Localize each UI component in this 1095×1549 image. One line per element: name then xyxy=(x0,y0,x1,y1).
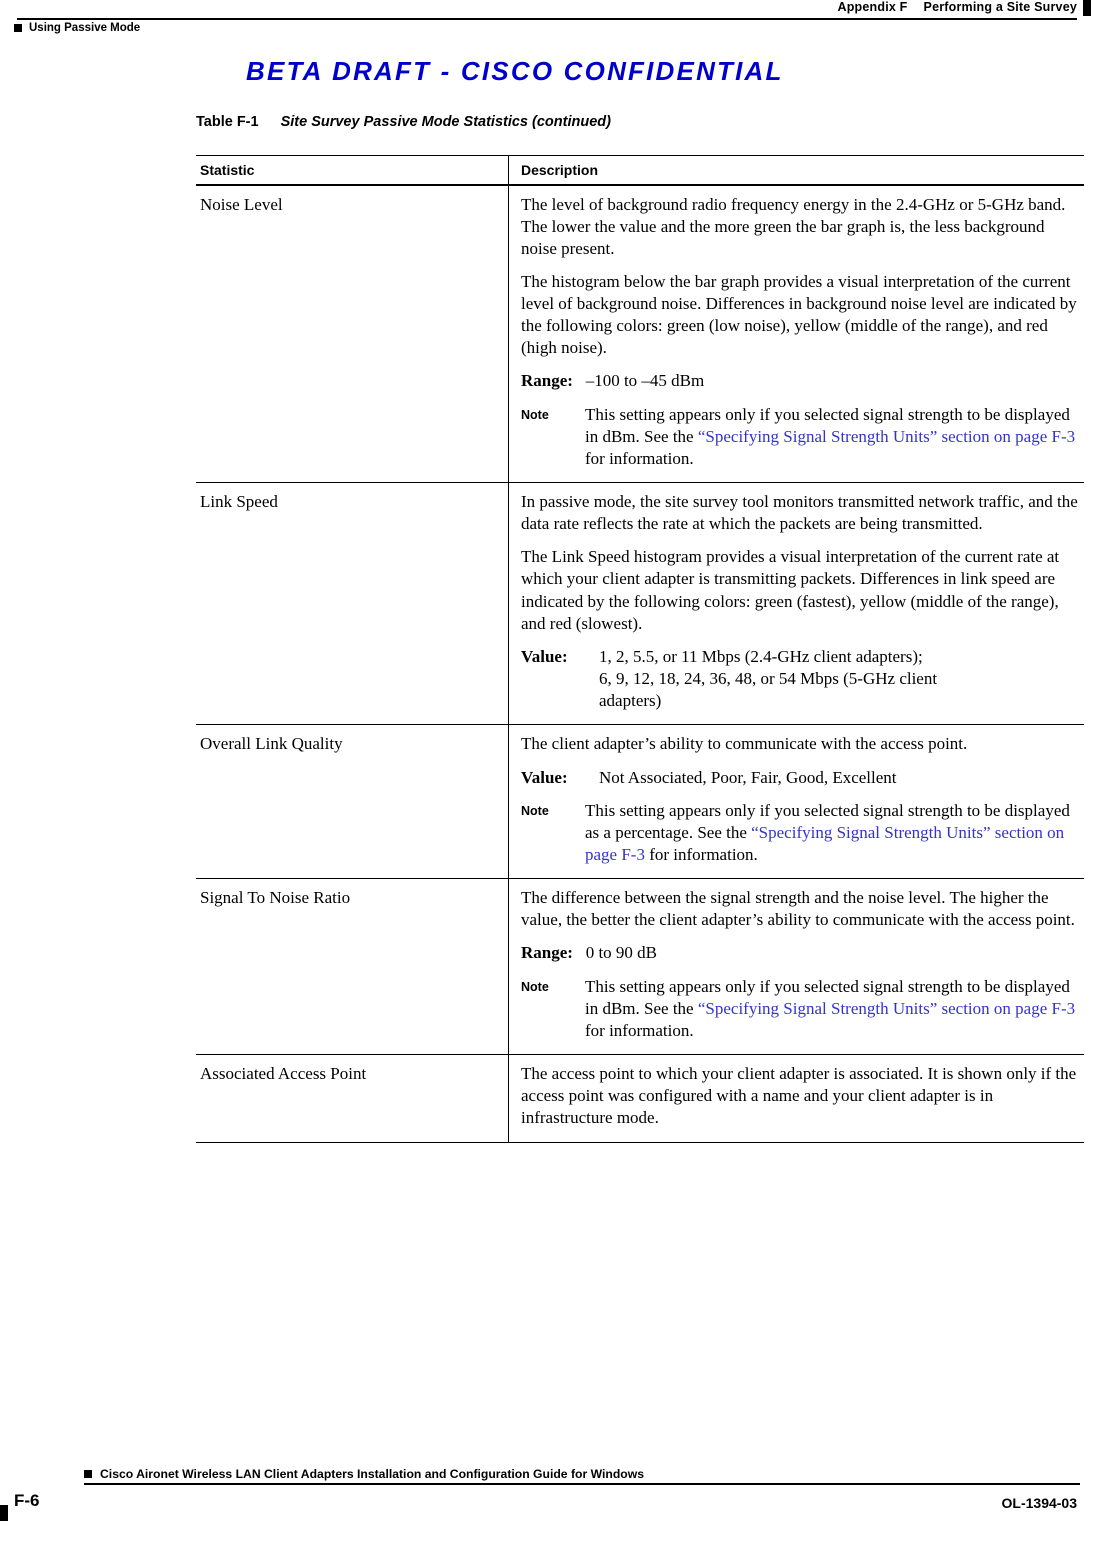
range-line: Range: 0 to 90 dB xyxy=(521,942,1078,964)
value-line-2: 6, 9, 12, 18, 24, 36, 48, or 54 Mbps (5-… xyxy=(599,668,938,688)
value-block: Value: Not Associated, Poor, Fair, Good,… xyxy=(521,767,1078,789)
header-rule xyxy=(17,18,1077,20)
paragraph: In passive mode, the site survey tool mo… xyxy=(521,492,1078,534)
table-header-row: Statistic Description xyxy=(196,156,1084,185)
note-text: This setting appears only if you selecte… xyxy=(585,404,1078,470)
row-description-associated-access-point: The access point to which your client ad… xyxy=(509,1055,1084,1141)
column-header-description: Description xyxy=(521,162,599,179)
paragraph: The histogram below the bar graph provid… xyxy=(521,272,1077,358)
row-description-noise-level: The level of background radio frequency … xyxy=(509,186,1084,482)
cross-reference-link[interactable]: “Specifying Signal Strength Units” secti… xyxy=(698,999,1075,1018)
paragraph: The Link Speed histogram provides a visu… xyxy=(521,547,1060,633)
header-thumb-tab xyxy=(1083,0,1091,16)
row-description-signal-to-noise-ratio: The difference between the signal streng… xyxy=(509,879,1084,1054)
footer-rule xyxy=(84,1483,1080,1485)
paragraph: The level of background radio frequency … xyxy=(521,194,1066,258)
value-line-3: adapters) xyxy=(599,690,662,710)
note-label: Note xyxy=(521,979,549,994)
header-chapter: Performing a Site Survey xyxy=(923,0,1077,14)
row-statistic-signal-to-noise-ratio: Signal To Noise Ratio xyxy=(196,879,509,1054)
table-row: Associated Access Point The access point… xyxy=(196,1055,1084,1142)
paragraph: The client adapter’s ability to communic… xyxy=(521,734,968,754)
row-statistic-noise-level: Noise Level xyxy=(196,185,509,482)
note-text: This setting appears only if you selecte… xyxy=(585,976,1078,1042)
value-text: Not Associated, Poor, Fair, Good, Excell… xyxy=(599,767,897,787)
range-label: Range: xyxy=(521,371,573,391)
square-bullet-icon xyxy=(84,1470,92,1478)
value-block: Value: 1, 2, 5.5, or 11 Mbps (2.4-GHz cl… xyxy=(521,646,1078,712)
footer-title: Cisco Aironet Wireless LAN Client Adapte… xyxy=(100,1467,644,1481)
cross-reference-link[interactable]: “Specifying Signal Strength Units” secti… xyxy=(698,427,1075,446)
row-description-overall-link-quality: The client adapter’s ability to communic… xyxy=(509,725,1084,877)
page: Appendix F Performing a Site Survey Using… xyxy=(0,0,1095,1549)
row-statistic-overall-link-quality: Overall Link Quality xyxy=(196,725,509,878)
note-block: Note This setting appears only if you se… xyxy=(521,800,1078,866)
column-header-statistic: Statistic xyxy=(196,156,509,185)
square-bullet-icon xyxy=(14,24,22,32)
note-text: This setting appears only if you selecte… xyxy=(585,800,1078,866)
range-line: Range: –100 to –45 dBm xyxy=(521,370,1078,392)
note-label: Note xyxy=(521,803,549,818)
site-survey-statistics-table: Statistic Description Noise Level The le… xyxy=(196,155,1084,1143)
table-caption-title: Site Survey Passive Mode Statistics (con… xyxy=(280,114,611,130)
paragraph: The access point to which your client ad… xyxy=(521,1064,1077,1128)
header-appendix: Appendix F xyxy=(837,0,908,14)
table-row: Noise Level The level of background radi… xyxy=(196,185,1084,482)
beta-draft-banner: BETA DRAFT - CISCO CONFIDENTIAL xyxy=(246,56,784,86)
table-row: Overall Link Quality The client adapter’… xyxy=(196,725,1084,878)
value-line-1: 1, 2, 5.5, or 11 Mbps (2.4-GHz client ad… xyxy=(599,646,923,666)
footer-title-block: Cisco Aironet Wireless LAN Client Adapte… xyxy=(84,1467,644,1481)
table-row: Link Speed In passive mode, the site sur… xyxy=(196,483,1084,725)
range-value: 0 to 90 dB xyxy=(585,943,658,963)
footer-page-number: F-6 xyxy=(14,1491,40,1510)
page-header-left: Using Passive Mode xyxy=(14,22,140,34)
paragraph: The difference between the signal streng… xyxy=(521,888,1075,930)
range-label: Range: xyxy=(521,943,573,963)
value-label: Value: xyxy=(521,767,568,787)
note-block: Note This setting appears only if you se… xyxy=(521,976,1078,1042)
row-statistic-link-speed: Link Speed xyxy=(196,483,509,725)
note-label: Note xyxy=(521,407,549,422)
note-block: Note This setting appears only if you se… xyxy=(521,404,1078,470)
row-statistic-associated-access-point: Associated Access Point xyxy=(196,1055,509,1142)
row-description-link-speed: In passive mode, the site survey tool mo… xyxy=(509,483,1084,724)
table-caption-number: Table F-1 xyxy=(196,114,259,130)
page-header-right: Appendix F Performing a Site Survey xyxy=(837,0,1077,14)
header-section: Using Passive Mode xyxy=(29,22,141,34)
range-value: –100 to –45 dBm xyxy=(585,371,705,391)
note-text-part2: for information. xyxy=(585,448,694,468)
table-row: Signal To Noise Ratio The difference bet… xyxy=(196,879,1084,1054)
footer-thumb-tab xyxy=(0,1505,8,1521)
note-text-part2: for information. xyxy=(585,1020,694,1040)
value-text: 1, 2, 5.5, or 11 Mbps (2.4-GHz client ad… xyxy=(599,646,1078,712)
footer-document-number: OL-1394-03 xyxy=(1001,1495,1077,1511)
value-label: Value: xyxy=(521,646,568,666)
note-text-part2: for information. xyxy=(644,844,758,864)
table-caption: Table F-1 Site Survey Passive Mode Statis… xyxy=(196,114,611,130)
table-rule-bottom xyxy=(196,1141,1084,1143)
